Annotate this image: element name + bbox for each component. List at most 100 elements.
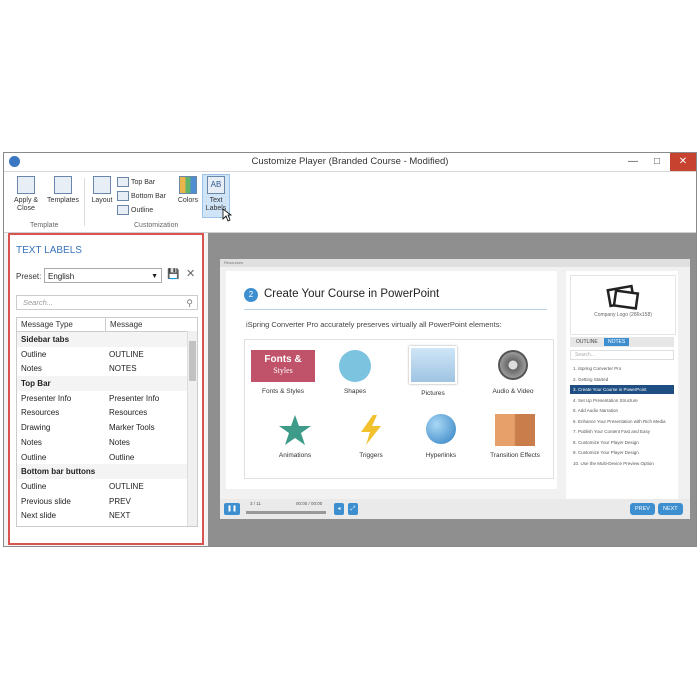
feature-shapes: Shapes	[317, 350, 393, 395]
apply-close-icon	[17, 176, 35, 194]
outline-item[interactable]: 4. Set Up Presentation Structure	[570, 396, 674, 405]
table-row[interactable]: Resources Resources	[17, 405, 197, 420]
outline-item[interactable]: 3. Create Your Course in PowerPoint	[570, 385, 674, 394]
outline-item[interactable]: 7. Publish Your Content Fast and Easy	[570, 427, 674, 436]
feature-label: Pictures	[421, 390, 445, 397]
feature-triggers: Triggers	[333, 414, 409, 459]
search-input[interactable]: Search... ⚲	[16, 295, 198, 310]
tab-notes[interactable]: NOTES	[604, 338, 630, 346]
feature-label: Triggers	[359, 452, 383, 459]
templates-button[interactable]: Templates	[46, 176, 80, 205]
prev-button[interactable]: PREV	[630, 503, 655, 515]
layout-icon	[93, 176, 111, 194]
sidebar-tabs: OUTLINE NOTES	[570, 337, 674, 347]
table-group-row[interactable]: Bottom bar buttons	[17, 464, 197, 479]
feature-label: Fonts & Styles	[262, 388, 304, 395]
table-row[interactable]: Next slide NEXT	[17, 508, 197, 523]
row-message-type: Previous slide	[21, 496, 71, 506]
row-message[interactable]: OUTLINE	[109, 350, 144, 359]
volume-button[interactable]: ◂	[334, 503, 344, 515]
film-reel-icon	[498, 350, 528, 380]
globe-icon	[426, 414, 456, 444]
sidebar-search-input[interactable]: Search...	[570, 350, 674, 360]
player-sidebar: Company Logo (286x158) OUTLINE NOTES Sea…	[566, 271, 678, 501]
layout-label: Layout	[91, 197, 113, 204]
row-message-type: Notes	[21, 364, 42, 374]
transition-icon	[495, 414, 535, 446]
table-row[interactable]: Outline Outline	[17, 450, 197, 465]
star-icon	[279, 415, 311, 445]
row-message[interactable]: Resources	[109, 408, 147, 417]
fonts-tile-line1: Fonts &	[264, 354, 302, 365]
row-message-type: Outline	[21, 349, 47, 359]
feature-hyperlinks: Hyperlinks	[403, 414, 479, 459]
preset-select[interactable]: English ▼	[44, 268, 162, 283]
feature-label: Animations	[278, 452, 312, 459]
fullscreen-button[interactable]: ⤢	[348, 503, 358, 515]
scrollbar-thumb[interactable]	[189, 341, 196, 381]
ribbon: Apply & Close Templates Template Layout …	[4, 172, 696, 233]
col-message-type: Message Type	[21, 320, 73, 329]
tab-outline[interactable]: OUTLINE	[572, 338, 602, 346]
bottom-bar-label: Bottom Bar	[131, 193, 167, 200]
table-scrollbar[interactable]	[187, 331, 197, 526]
table-row[interactable]: Outline OUTLINE	[17, 479, 197, 494]
row-message[interactable]: Notes	[109, 438, 130, 447]
player-frame: Resources 2 Create Your Course in PowerP…	[220, 259, 690, 519]
row-message[interactable]: Outline	[109, 453, 134, 462]
row-message[interactable]: OUTLINE	[109, 482, 144, 491]
pause-button[interactable]: ❚❚	[224, 503, 240, 515]
row-message[interactable]: NOTES	[109, 364, 137, 373]
outline-item[interactable]: 8. Customize Your Player Design	[570, 438, 674, 447]
table-row[interactable]: Notes Notes	[17, 435, 197, 450]
outline-icon	[117, 205, 129, 216]
outline-item[interactable]: 1. iSpring Converter Pro	[570, 364, 674, 373]
row-message-type: Outline	[21, 452, 47, 462]
outline-button[interactable]: Outline	[117, 205, 153, 217]
save-icon[interactable]: 💾	[167, 269, 179, 280]
labels-table: Message Type Message Sidebar tabs Outline…	[16, 317, 198, 527]
table-row[interactable]: Previous slide PREV	[17, 494, 197, 509]
picture-icon	[409, 346, 457, 384]
row-message-type: Presenter Info	[21, 393, 72, 403]
top-bar-icon	[117, 177, 129, 188]
layout-button[interactable]: Layout	[90, 176, 114, 205]
delete-icon[interactable]: ✕	[186, 267, 195, 280]
row-message[interactable]: Presenter Info	[109, 394, 159, 403]
table-row[interactable]: Presenter Info Presenter Info	[17, 391, 197, 406]
minimize-button[interactable]: —	[622, 153, 644, 171]
top-bar-button[interactable]: Top Bar	[117, 177, 155, 189]
table-row[interactable]: Notes NOTES	[17, 361, 197, 376]
outline-item[interactable]: 2. Getting Started	[570, 375, 674, 384]
player-controls: ❚❚ 3 / 11 00:00 / 00:00 ◂ ⤢ PREV NEXT	[220, 499, 690, 519]
outline-item[interactable]: 5. Add Audio Narration	[570, 406, 674, 415]
templates-icon	[54, 176, 72, 194]
next-button[interactable]: NEXT	[658, 503, 683, 515]
time-display: 00:00 / 00:00	[296, 501, 323, 506]
chevron-down-icon: ▼	[151, 273, 158, 280]
progress-bar[interactable]	[246, 511, 326, 514]
table-row[interactable]: Drawing Marker Tools	[17, 420, 197, 435]
outline-item[interactable]: 9. Customize Your Player Design	[570, 448, 674, 457]
outline-item[interactable]: 6. Enhance Your Presentation with Rich M…	[570, 417, 674, 426]
bottom-bar-icon	[117, 191, 129, 202]
lightning-icon	[361, 415, 381, 445]
outline-item[interactable]: 10. Use the Multi-Device Preview Option	[570, 459, 674, 468]
group-customization-label: Customization	[134, 222, 179, 229]
close-button[interactable]: ✕	[670, 153, 696, 171]
panel-title: TEXT LABELS	[16, 245, 82, 256]
row-message[interactable]: Marker Tools	[109, 423, 155, 432]
table-group-row[interactable]: Top Bar	[17, 376, 197, 391]
apply-close-button[interactable]: Apply & Close	[12, 176, 40, 213]
row-message[interactable]: PREV	[109, 497, 131, 506]
slide-title-divider	[244, 309, 547, 310]
table-group-row[interactable]: Sidebar tabs	[17, 332, 197, 347]
table-row[interactable]: Outline OUTLINE	[17, 347, 197, 362]
feature-pictures: Pictures	[395, 346, 471, 397]
maximize-button[interactable]: □	[646, 153, 668, 171]
colors-button[interactable]: Colors	[176, 176, 200, 205]
row-message[interactable]: NEXT	[109, 511, 130, 520]
bottom-bar-button[interactable]: Bottom Bar	[117, 191, 166, 203]
customize-player-window: Customize Player (Branded Course - Modif…	[3, 152, 697, 547]
row-message-type: Bottom bar buttons	[21, 467, 96, 477]
